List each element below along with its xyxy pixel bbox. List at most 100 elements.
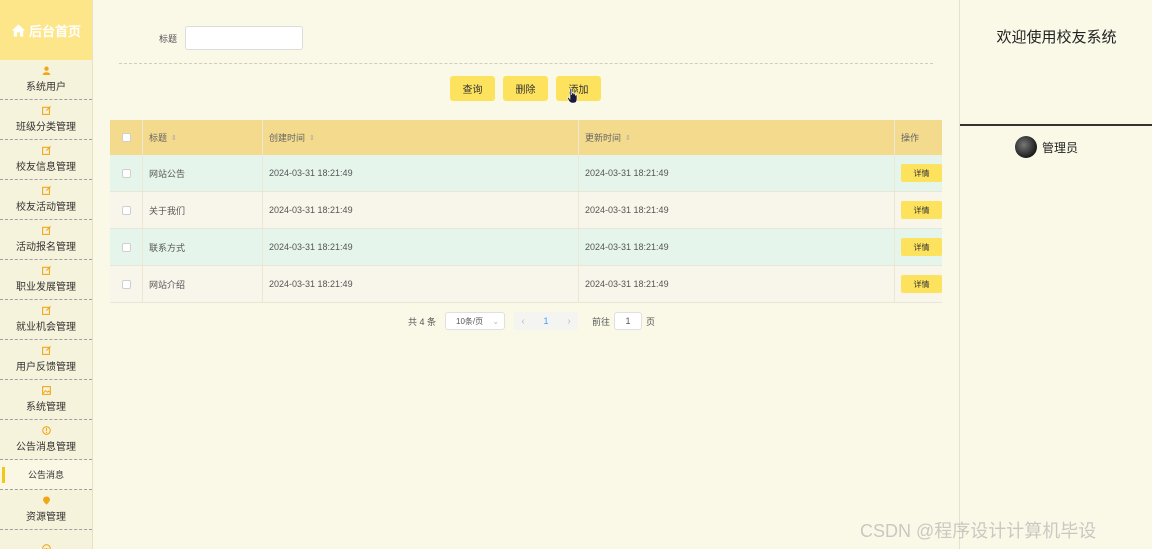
detail-button[interactable]: 详情 [901, 164, 942, 182]
query-button[interactable]: 查询 [450, 76, 495, 101]
sidebar-item-alumni-activity[interactable]: 校友活动管理 [0, 180, 92, 220]
checkbox[interactable] [121, 205, 131, 215]
table-row: 网站公告 2024-03-31 18:21:49 2024-03-31 18:2… [110, 155, 942, 192]
sidebar-item-career-development[interactable]: 职业发展管理 [0, 260, 92, 300]
header-updated[interactable]: 更新时间 ⇕ [579, 120, 895, 155]
cell-created: 2024-03-31 18:21:49 [263, 192, 579, 228]
notice-table: 标题 ⇕ 创建时间 ⇕ 更新时间 ⇕ 操作 网站公告 2024-03-31 18:21… [110, 120, 942, 303]
pagination: 共 4 条 10条/页 ⌄ ‹ 1 › 前往 1 页 [408, 312, 655, 330]
sidebar-subitem-notice-message[interactable]: 公告消息 [0, 460, 92, 490]
cell-op: 详情 [895, 155, 942, 191]
info-icon [41, 426, 51, 435]
sidebar-item-user-feedback[interactable]: 用户反馈管理 [0, 340, 92, 380]
row-select[interactable] [110, 192, 143, 228]
edit-icon [41, 106, 51, 115]
sidebar-item-class-category[interactable]: 班级分类管理 [0, 100, 92, 140]
sidebar-item-label: 系统用户 [26, 82, 66, 93]
cell-updated: 2024-03-31 18:21:49 [579, 266, 895, 302]
edit-icon [41, 186, 51, 195]
edit-icon [41, 306, 51, 315]
page-size-value: 10条/页 [456, 316, 484, 326]
cell-created: 2024-03-31 18:21:49 [263, 155, 579, 191]
user-info[interactable]: 管理员 [1015, 136, 1078, 158]
checkbox[interactable] [121, 168, 131, 178]
page-number[interactable]: 1 [532, 312, 561, 330]
sidebar-item-label: 班级分类管理 [16, 122, 76, 133]
checkbox[interactable] [121, 242, 131, 252]
sidebar-subitem-label: 公告消息 [27, 470, 64, 480]
sidebar-item-system-management[interactable]: 系统管理 [0, 380, 92, 420]
sidebar-item-label: 活动报名管理 [16, 242, 76, 253]
header-op: 操作 [895, 120, 942, 155]
header-title[interactable]: 标题 ⇕ [143, 120, 263, 155]
detail-button[interactable]: 详情 [901, 201, 942, 219]
cell-title: 网站介绍 [143, 266, 263, 302]
header-created[interactable]: 创建时间 ⇕ [263, 120, 579, 155]
active-indicator [2, 467, 5, 483]
sidebar-item-system-users[interactable]: 系统用户 [0, 60, 92, 100]
panel-divider [960, 124, 1152, 126]
edit-icon [41, 226, 51, 235]
sidebar-item-alumni-info[interactable]: 校友信息管理 [0, 140, 92, 180]
cell-updated: 2024-03-31 18:21:49 [579, 229, 895, 265]
checkbox[interactable] [121, 279, 131, 289]
prev-page-icon[interactable]: ‹ [514, 312, 533, 330]
goto-label: 前往 [592, 316, 611, 327]
header-select-all[interactable] [110, 120, 143, 155]
search-row: 标题 [159, 26, 304, 50]
page-unit-label: 页 [646, 316, 656, 327]
sidebar-item-label: 校友信息管理 [16, 162, 76, 173]
table-header: 标题 ⇕ 创建时间 ⇕ 更新时间 ⇕ 操作 [110, 120, 942, 155]
hand-cursor-icon [567, 88, 578, 104]
pagination-total: 共 4 条 [408, 316, 437, 327]
next-page-icon[interactable]: › [560, 312, 579, 330]
header-op-label: 操作 [901, 133, 920, 143]
edit-icon [41, 146, 51, 155]
sidebar-item-more[interactable] [0, 530, 92, 549]
sidebar-brand-label: 后台首页 [28, 23, 81, 39]
sidebar-item-notice-management[interactable]: 公告消息管理 [0, 420, 92, 460]
row-select[interactable] [110, 229, 143, 265]
page-size-select[interactable]: 10条/页 ⌄ [445, 312, 506, 330]
home-icon [11, 23, 26, 38]
cell-updated: 2024-03-31 18:21:49 [579, 192, 895, 228]
header-created-label: 创建时间 [269, 133, 306, 143]
sort-icon[interactable]: ⇕ [309, 134, 315, 142]
detail-button[interactable]: 详情 [901, 238, 942, 256]
cell-title: 网站公告 [143, 155, 263, 191]
sidebar-item-job-opportunity[interactable]: 就业机会管理 [0, 300, 92, 340]
table-row: 关于我们 2024-03-31 18:21:49 2024-03-31 18:2… [110, 192, 942, 229]
cell-created: 2024-03-31 18:21:49 [263, 229, 579, 265]
cell-updated: 2024-03-31 18:21:49 [579, 155, 895, 191]
main-content: 标题 查询 删除 添加 标题 ⇕ 创建时间 ⇕ 更新时间 ⇕ 操作 网站公告 2024… [93, 0, 959, 549]
search-title-input[interactable] [185, 26, 304, 50]
username-label: 管理员 [1042, 140, 1079, 155]
app-root: 后台首页 系统用户 班级分类管理 校友信息管理 校友活动管理 活动报名管理 职业… [0, 0, 1152, 549]
location-icon [42, 496, 51, 505]
row-select[interactable] [110, 155, 143, 191]
sidebar-item-resource-management[interactable]: 资源管理 [0, 490, 92, 530]
welcome-title: 欢迎使用校友系统 [996, 29, 1117, 46]
header-updated-label: 更新时间 [585, 133, 622, 143]
row-select[interactable] [110, 266, 143, 302]
divider [119, 63, 933, 64]
checkbox[interactable] [121, 133, 131, 142]
sidebar: 后台首页 系统用户 班级分类管理 校友信息管理 校友活动管理 活动报名管理 职业… [0, 0, 93, 549]
search-title-label: 标题 [159, 33, 178, 44]
picture-icon [41, 386, 51, 395]
sidebar-item-label: 系统管理 [26, 402, 66, 413]
delete-button[interactable]: 删除 [503, 76, 548, 101]
sort-icon[interactable]: ⇕ [625, 134, 631, 142]
sidebar-brand-home[interactable]: 后台首页 [0, 0, 92, 60]
table-row: 联系方式 2024-03-31 18:21:49 2024-03-31 18:2… [110, 229, 942, 266]
cell-op: 详情 [895, 266, 942, 302]
watermark: CSDN @程序设计计算机毕设 [860, 521, 1097, 541]
header-title-label: 标题 [149, 133, 168, 143]
detail-button[interactable]: 详情 [901, 275, 942, 293]
sort-icon[interactable]: ⇕ [171, 134, 177, 142]
sidebar-item-activity-signup[interactable]: 活动报名管理 [0, 220, 92, 260]
edit-icon [41, 346, 51, 355]
cell-created: 2024-03-31 18:21:49 [263, 266, 579, 302]
goto-page-input[interactable]: 1 [614, 312, 643, 330]
sidebar-item-label: 就业机会管理 [16, 322, 76, 333]
